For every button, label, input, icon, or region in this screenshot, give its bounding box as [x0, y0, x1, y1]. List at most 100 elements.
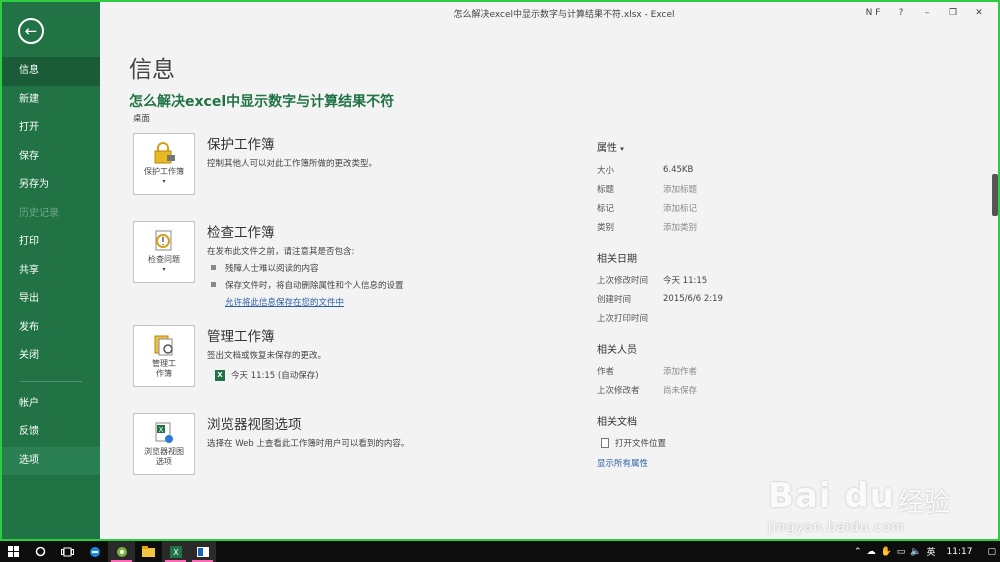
sidebar-item-publish[interactable]: 发布	[2, 314, 100, 343]
window-title: 怎么解决excel中显示数字与计算结果不符.xlsx - Excel	[453, 10, 675, 20]
document-title: 怎么解决excel中显示数字与计算结果不符	[129, 94, 395, 110]
browser-body: 浏览器视图选项 选择在 Web 上查看此工作簿时用户可以看到的内容。	[207, 413, 547, 449]
check-issues-label: 检查问题	[148, 255, 180, 264]
windows-taskbar: X ⌃ ☁ ✋ ▭ 🔈 英 11:17 ▢	[0, 541, 1000, 562]
related-docs-header: 相关文档	[597, 417, 637, 428]
sidebar-item-save[interactable]: 保存	[2, 143, 100, 172]
open-file-location-button[interactable]: 打开文件位置	[597, 433, 847, 452]
page-title: 信息	[129, 57, 175, 83]
explorer-icon[interactable]	[135, 541, 162, 562]
check-issues-button[interactable]: 检查问题 ▾	[133, 221, 195, 283]
related-dates-header: 相关日期	[597, 254, 637, 265]
inspect-icon	[155, 230, 172, 251]
dropdown-arrow-icon: ▾	[162, 266, 166, 273]
excel-icon[interactable]: X	[162, 541, 189, 562]
lock-icon	[154, 142, 175, 164]
watermark-url: jingyan.baidu.com	[768, 520, 905, 535]
protect-workbook-button[interactable]: 保护工作簿 ▾	[133, 133, 195, 195]
hand-icon[interactable]: ✋	[881, 547, 892, 557]
sidebar-item-account[interactable]: 帐户	[2, 390, 100, 419]
network-icon[interactable]: ▭	[897, 547, 906, 557]
sidebar-item-share[interactable]: 共享	[2, 257, 100, 286]
add-category-field[interactable]: 添加类别	[663, 221, 697, 233]
date-row: 上次打印时间	[597, 308, 847, 327]
manage-icon	[154, 335, 173, 356]
inspect-title: 检查工作簿	[207, 225, 275, 241]
browser-title: 浏览器视图选项	[207, 417, 302, 433]
dropdown-arrow-icon: ▾	[162, 178, 166, 185]
edge-icon[interactable]	[81, 541, 108, 562]
system-tray: ⌃ ☁ ✋ ▭ 🔈 英 11:17 ▢	[854, 541, 1000, 562]
sidebar-divider	[20, 380, 82, 382]
sidebar-item-new[interactable]: 新建	[2, 86, 100, 115]
search-icon[interactable]	[27, 541, 54, 562]
sidebar-item-close[interactable]: 关闭	[2, 342, 100, 371]
backstage-nav: 信息 新建 打开 保存 另存为 历史记录 打印 共享 导出 发布 关闭 帐户 反…	[2, 57, 100, 475]
document-path: 桌面	[133, 114, 151, 124]
browser-icon[interactable]	[108, 541, 135, 562]
backstage-sidebar: ← 信息 新建 打开 保存 另存为 历史记录 打印 共享 导出 发布 关闭 帐户…	[2, 2, 100, 539]
last-modified-by-value: 尚未保存	[663, 385, 698, 396]
autosave-label: 今天 11:15 (自动保存)	[231, 371, 319, 381]
minimize-button[interactable]: –	[914, 5, 940, 21]
watermark-brand: Bai du	[768, 476, 895, 516]
prop-key: 标记	[597, 203, 615, 214]
tray-expand-icon[interactable]: ⌃	[854, 547, 862, 557]
prop-key: 类别	[597, 222, 615, 233]
sidebar-item-print[interactable]: 打印	[2, 228, 100, 257]
sidebar-item-save-as[interactable]: 另存为	[2, 171, 100, 200]
prop-row: 大小 6.45KB	[597, 160, 847, 179]
properties-header[interactable]: 属性 ▾	[597, 139, 847, 154]
watermark-cn: 经验	[898, 488, 951, 518]
clock[interactable]: 11:17	[947, 547, 973, 557]
dropdown-arrow-icon: ▾	[620, 145, 624, 153]
title-bar: 怎么解决excel中显示数字与计算结果不符.xlsx - Excel N F ?…	[100, 2, 998, 24]
open-file-location-label: 打开文件位置	[615, 438, 667, 449]
notification-icon[interactable]: ▢	[987, 547, 996, 557]
manage-workbook-button[interactable]: 管理工 作簿	[133, 325, 195, 387]
svg-text:X: X	[173, 548, 179, 557]
date-key: 上次修改时间	[597, 275, 649, 286]
protect-button-label: 保护工作簿	[144, 167, 184, 176]
manage-body: 管理工作簿 签出文档或恢复未保存的更改。 X 今天 11:15 (自动保存)	[207, 325, 547, 381]
sidebar-item-info[interactable]: 信息	[2, 57, 100, 86]
prop-key: 大小	[597, 165, 615, 176]
restore-button[interactable]: ❐	[940, 5, 966, 21]
taskbar-apps: X	[0, 541, 216, 562]
add-tag-field[interactable]: 添加标记	[663, 202, 697, 214]
excel-backstage-window: ← 信息 新建 打开 保存 另存为 历史记录 打印 共享 导出 发布 关闭 帐户…	[0, 0, 1000, 541]
inspect-desc: 在发布此文件之前，请注意其是否包含:	[207, 247, 355, 257]
browser-button-label-1: 浏览器视图	[144, 447, 184, 456]
browser-button-label-2: 选项	[156, 457, 172, 466]
browser-view-icon: X	[155, 422, 173, 443]
date-key: 创建时间	[597, 294, 632, 305]
add-author-field[interactable]: 添加作者	[663, 365, 697, 377]
help-icon[interactable]: ?	[888, 5, 914, 21]
back-arrow-icon[interactable]: ←	[18, 18, 44, 44]
manage-title: 管理工作簿	[207, 329, 275, 345]
manage-desc: 签出文档或恢复未保存的更改。	[207, 351, 327, 361]
autosave-version[interactable]: X 今天 11:15 (自动保存)	[207, 369, 547, 381]
people-row: 作者 添加作者	[597, 361, 847, 380]
outlook-icon[interactable]	[189, 541, 216, 562]
file-icon	[601, 437, 609, 448]
sidebar-item-open[interactable]: 打开	[2, 114, 100, 143]
ime-indicator[interactable]: 英	[927, 545, 936, 558]
related-people-header: 相关人员	[597, 345, 637, 356]
sidebar-item-options[interactable]: 选项	[2, 446, 100, 475]
sidebar-item-feedback[interactable]: 反馈	[2, 418, 100, 447]
close-button[interactable]: ✕	[966, 5, 992, 21]
scrollbar-thumb[interactable]	[992, 174, 998, 216]
start-icon[interactable]	[0, 541, 27, 562]
cloud-icon[interactable]: ☁	[867, 547, 876, 557]
allow-save-info-link[interactable]: 允许将此信息保存在您的文件中	[207, 296, 547, 308]
volume-icon[interactable]: 🔈	[910, 547, 921, 557]
user-initials[interactable]: N F	[858, 5, 888, 21]
date-value: 今天 11:15	[663, 275, 708, 286]
add-title-field[interactable]: 添加标题	[663, 183, 697, 195]
sidebar-item-export[interactable]: 导出	[2, 285, 100, 314]
date-row: 上次修改时间 今天 11:15	[597, 270, 847, 289]
browser-view-options-button[interactable]: X 浏览器视图 选项	[133, 413, 195, 475]
inspect-bullet: 保存文件时，将自动删除属性和个人信息的设置	[207, 279, 547, 291]
task-view-icon[interactable]	[54, 541, 81, 562]
